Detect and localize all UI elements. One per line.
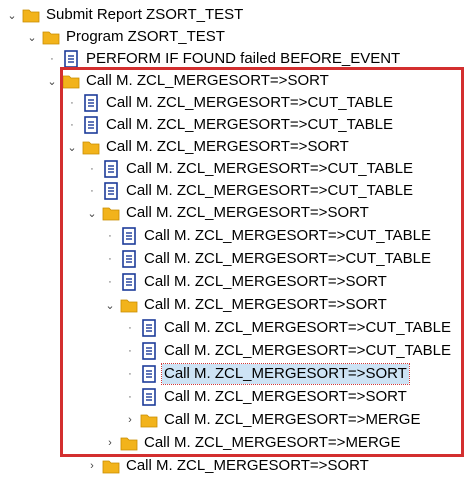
tree-node-label[interactable]: Submit Report ZSORT_TEST (44, 5, 245, 25)
folder-icon (102, 457, 120, 475)
folder-icon (42, 28, 60, 46)
tree-node[interactable]: › Call M. ZCL_MERGESORT=>SORT (86, 455, 371, 477)
tree-node[interactable]: ⌄ Program ZSORT_TEST (26, 26, 227, 48)
highlight-box (60, 67, 464, 457)
expanded-chevron-icon[interactable]: ⌄ (6, 4, 18, 26)
document-icon (62, 50, 80, 68)
expanded-chevron-icon[interactable]: ⌄ (46, 70, 58, 92)
expanded-chevron-icon[interactable]: ⌄ (26, 26, 38, 48)
tree-node-label[interactable]: PERFORM IF FOUND failed BEFORE_EVENT (84, 49, 402, 69)
folder-icon (22, 6, 40, 24)
tree-node[interactable]: ⌄ Submit Report ZSORT_TEST (6, 4, 245, 26)
tree-node-label[interactable]: Program ZSORT_TEST (64, 27, 227, 47)
leaf-bullet-icon: · (50, 53, 54, 65)
tree-node-label[interactable]: Call M. ZCL_MERGESORT=>SORT (124, 456, 371, 476)
collapsed-chevron-icon[interactable]: › (86, 455, 98, 477)
